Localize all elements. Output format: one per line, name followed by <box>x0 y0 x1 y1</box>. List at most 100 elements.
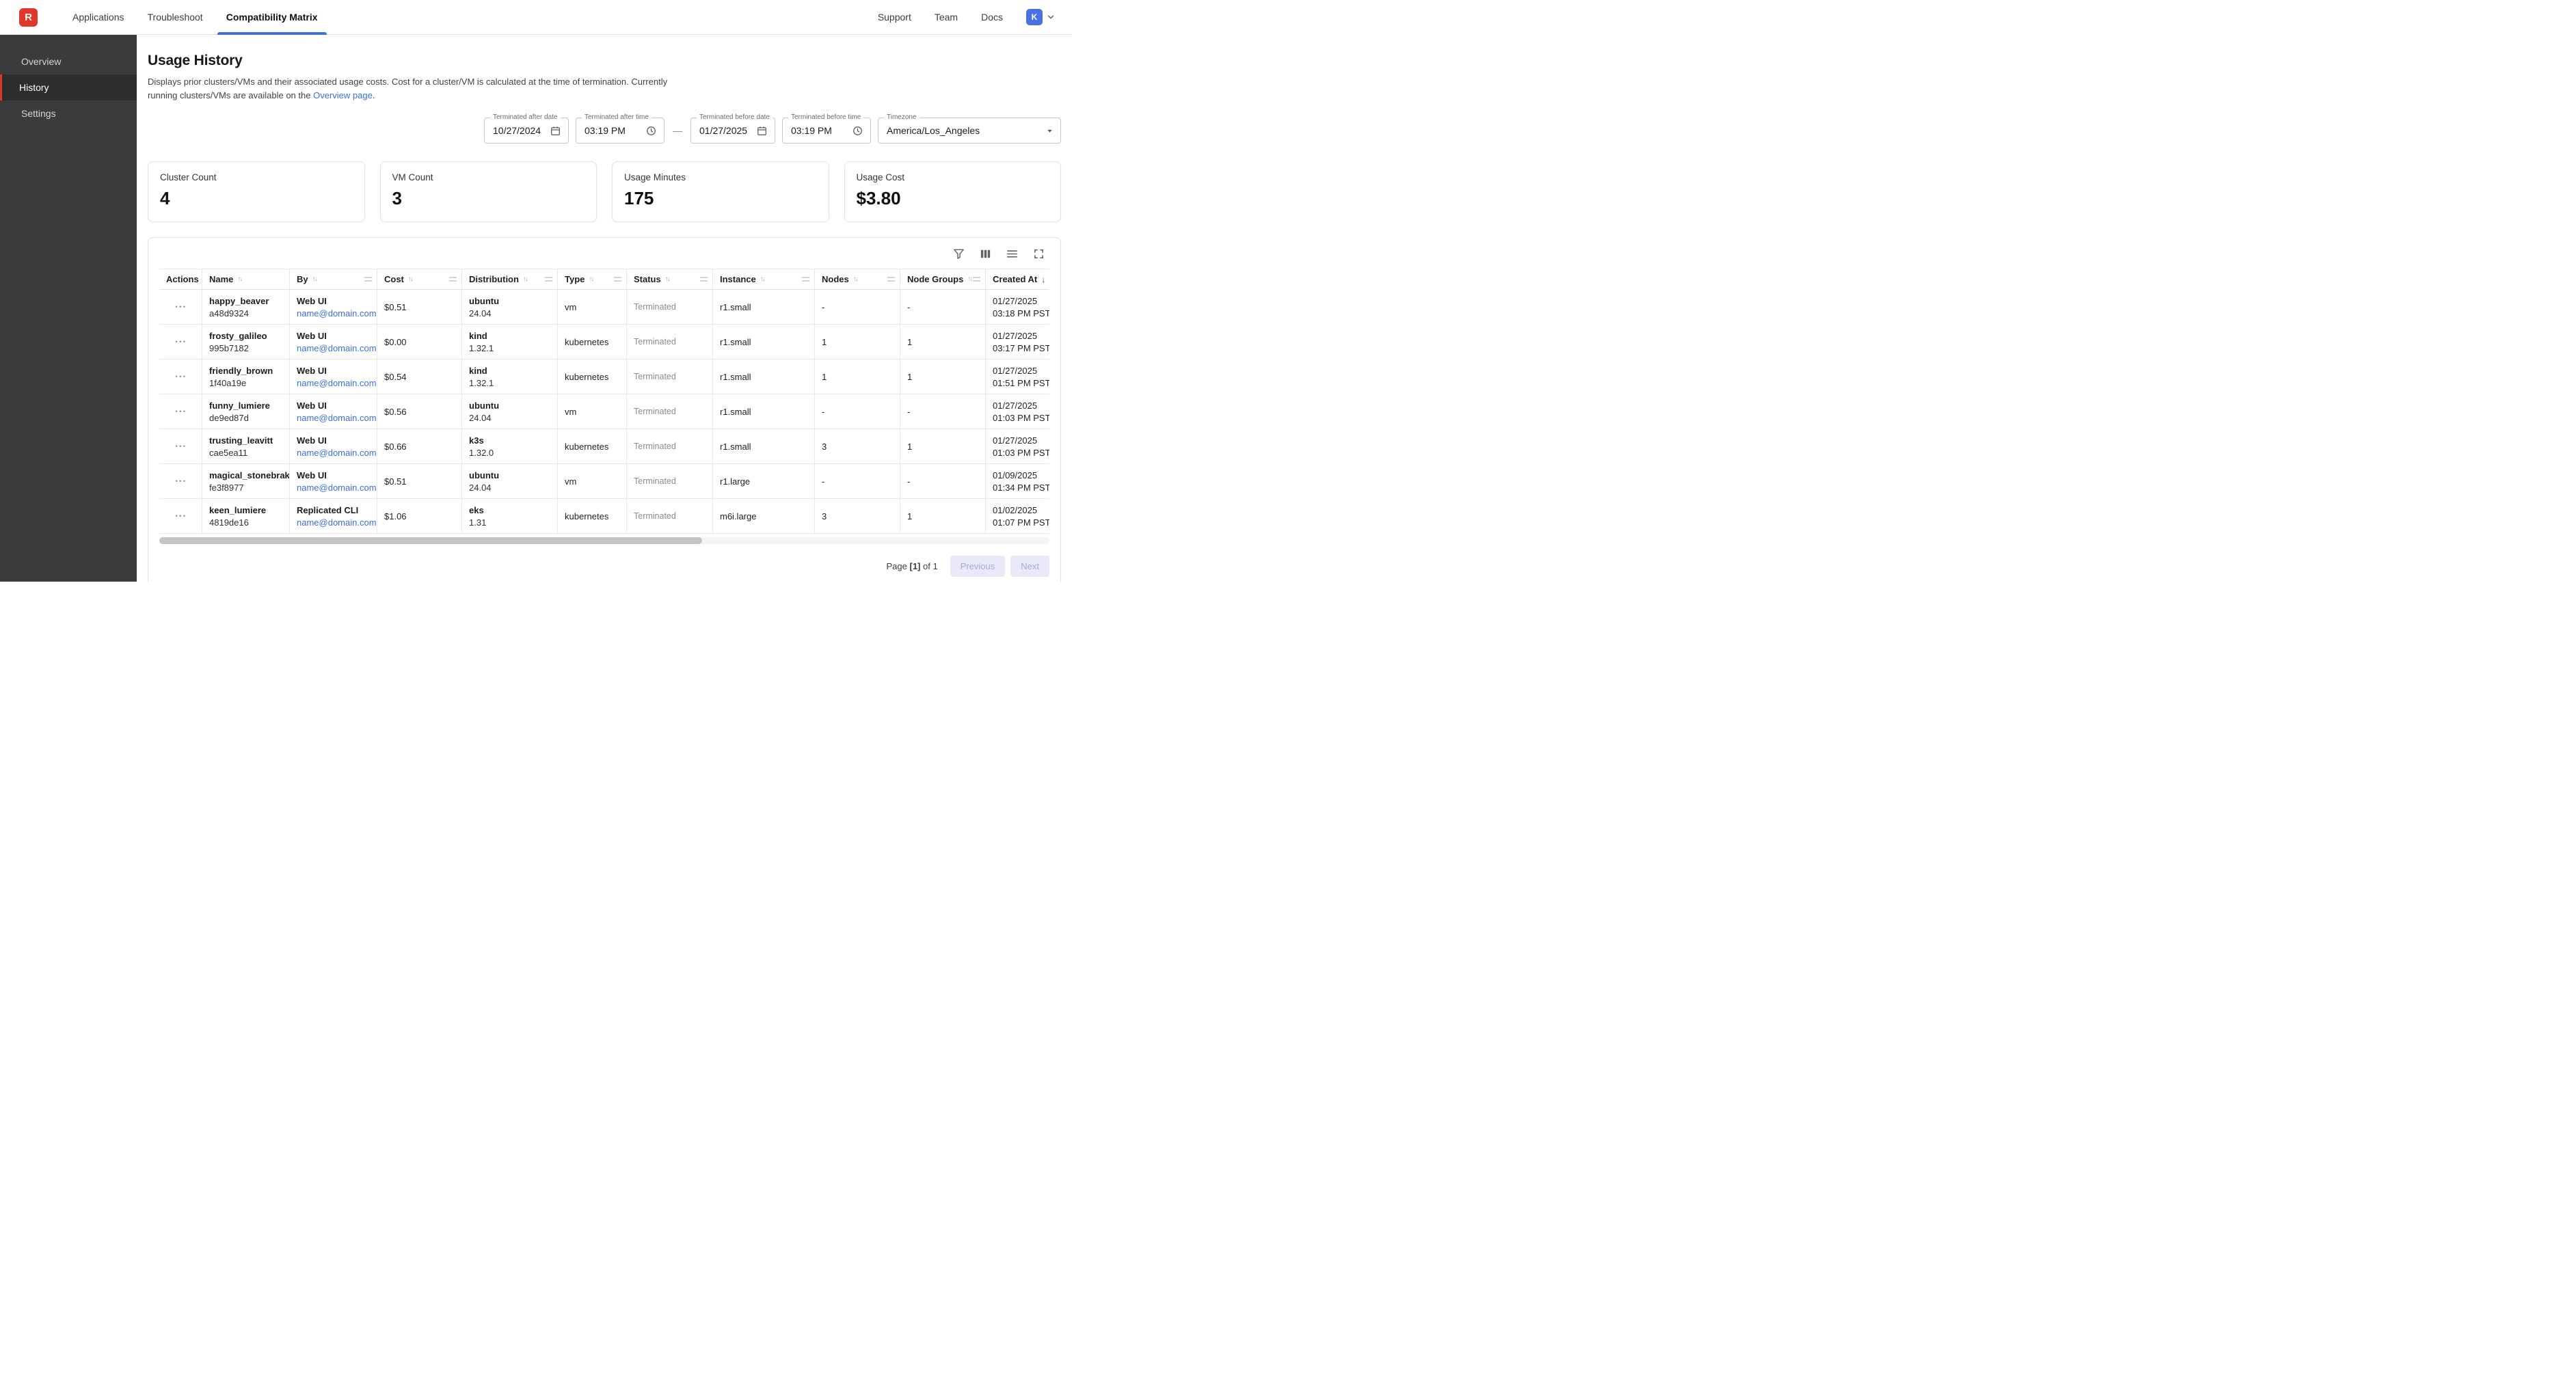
cluster-count-card: Cluster Count 4 <box>148 161 365 222</box>
timezone-select[interactable]: Timezone America/Los_Angeles <box>878 118 1061 144</box>
overview-page-link[interactable]: Overview page <box>313 90 373 100</box>
column-header-instance[interactable]: Instance ↑↓ <box>713 269 815 290</box>
cluster-id: de9ed87d <box>209 413 284 423</box>
created-by-source: Web UI <box>297 366 371 376</box>
column-header-created-at[interactable]: Created At ↓ <box>986 269 1049 290</box>
column-resize-handle-icon[interactable] <box>973 277 980 282</box>
horizontal-scrollbar-thumb[interactable] <box>159 537 702 544</box>
previous-page-button[interactable]: Previous <box>950 556 1006 577</box>
more-options-icon[interactable]: ••• <box>176 408 187 415</box>
row-actions-cell: ••• <box>159 290 202 325</box>
instance-value: m6i.large <box>720 511 809 521</box>
more-options-icon[interactable]: ••• <box>176 338 187 345</box>
sort-descending-icon[interactable]: ↓ <box>1041 275 1045 284</box>
user-email-link[interactable]: name@domain.com <box>297 308 371 318</box>
row-actions-cell: ••• <box>159 429 202 464</box>
user-email-link[interactable]: name@domain.com <box>297 413 371 423</box>
stat-cards: Cluster Count 4 VM Count 3 Usage Minutes… <box>148 161 1061 222</box>
more-options-icon[interactable]: ••• <box>176 443 187 450</box>
cluster-name: trusting_leavitt <box>209 435 284 446</box>
density-icon[interactable] <box>1006 247 1019 260</box>
column-resize-handle-icon[interactable] <box>449 277 457 282</box>
nodes-cell: 3 <box>815 499 900 534</box>
nav-applications[interactable]: Applications <box>61 0 136 35</box>
cluster-name: frosty_galileo <box>209 331 284 341</box>
by-cell: Web UI name@domain.com <box>290 429 377 464</box>
column-header-distribution[interactable]: Distribution ↑↓ <box>462 269 558 290</box>
sidebar-item-history[interactable]: History <box>0 74 137 100</box>
calendar-icon[interactable] <box>544 125 561 137</box>
terminated-before-date-input[interactable]: Terminated before date 01/27/2025 <box>690 118 775 144</box>
sidebar-item-settings[interactable]: Settings <box>0 100 137 126</box>
by-cell: Web UI name@domain.com <box>290 290 377 325</box>
column-resize-handle-icon[interactable] <box>802 277 809 282</box>
more-options-icon[interactable]: ••• <box>176 513 187 519</box>
column-label: Created At <box>993 274 1037 284</box>
distribution-name: kind <box>469 366 552 376</box>
user-menu[interactable]: K <box>1026 9 1056 25</box>
sort-icon[interactable]: ↑↓ <box>408 275 412 283</box>
terminated-after-date-input[interactable]: Terminated after date 10/27/2024 <box>484 118 569 144</box>
column-header-actions[interactable]: Actions <box>159 269 202 290</box>
horizontal-scrollbar-track[interactable] <box>159 537 1049 544</box>
sort-icon[interactable]: ↑↓ <box>665 275 669 283</box>
user-email-link[interactable]: name@domain.com <box>297 343 371 353</box>
user-email-link[interactable]: name@domain.com <box>297 378 371 388</box>
terminated-before-time-input[interactable]: Terminated before time 03:19 PM <box>782 118 871 144</box>
distribution-version: 1.32.1 <box>469 343 552 353</box>
replicated-logo[interactable]: R <box>19 8 38 27</box>
type-cell: vm <box>558 464 627 499</box>
nodes-value: - <box>822 476 894 487</box>
filter-icon[interactable] <box>952 247 965 260</box>
user-avatar[interactable]: K <box>1026 9 1043 25</box>
user-email-link[interactable]: name@domain.com <box>297 517 371 528</box>
cost-value: $0.56 <box>384 407 456 417</box>
sort-icon[interactable]: ↑↓ <box>589 275 593 283</box>
column-label: Nodes <box>822 274 849 284</box>
user-email-link[interactable]: name@domain.com <box>297 483 371 493</box>
more-options-icon[interactable]: ••• <box>176 478 187 485</box>
distribution-version: 1.32.0 <box>469 448 552 458</box>
clock-icon[interactable] <box>846 125 863 137</box>
node-groups-cell: 1 <box>900 429 986 464</box>
nav-docs[interactable]: Docs <box>981 12 1003 23</box>
sort-icon[interactable]: ↑↓ <box>967 275 971 283</box>
nav-compatibility-matrix[interactable]: Compatibility Matrix <box>215 0 330 35</box>
clock-icon[interactable] <box>640 125 657 137</box>
column-resize-handle-icon[interactable] <box>545 277 552 282</box>
column-resize-handle-icon[interactable] <box>700 277 708 282</box>
sort-icon[interactable]: ↑↓ <box>853 275 857 283</box>
column-header-type[interactable]: Type ↑↓ <box>558 269 627 290</box>
more-options-icon[interactable]: ••• <box>176 303 187 310</box>
column-header-name[interactable]: Name ↑↓ <box>202 269 290 290</box>
created-by-source: Web UI <box>297 331 371 341</box>
column-resize-handle-icon[interactable] <box>364 277 372 282</box>
column-resize-handle-icon[interactable] <box>614 277 621 282</box>
columns-icon[interactable] <box>979 247 992 260</box>
sort-icon[interactable]: ↑↓ <box>312 275 317 283</box>
sort-icon[interactable]: ↑↓ <box>760 275 764 283</box>
name-cell: magical_stonebraker fe3f8977 <box>202 464 290 499</box>
created-time: 03:17 PM PST <box>993 343 1044 353</box>
fullscreen-icon[interactable] <box>1032 247 1045 260</box>
type-value: kubernetes <box>565 337 621 347</box>
nodes-value: 3 <box>822 511 894 521</box>
by-cell: Web UI name@domain.com <box>290 360 377 394</box>
nav-support[interactable]: Support <box>878 12 911 23</box>
column-header-nodes[interactable]: Nodes ↑↓ <box>815 269 900 290</box>
column-header-cost[interactable]: Cost ↑↓ <box>377 269 462 290</box>
column-header-status[interactable]: Status ↑↓ <box>627 269 713 290</box>
terminated-after-time-input[interactable]: Terminated after time 03:19 PM <box>576 118 665 144</box>
next-page-button[interactable]: Next <box>1010 556 1049 577</box>
sort-icon[interactable]: ↑↓ <box>523 275 527 283</box>
column-resize-handle-icon[interactable] <box>887 277 895 282</box>
column-header-node-groups[interactable]: Node Groups ↑↓ <box>900 269 986 290</box>
user-email-link[interactable]: name@domain.com <box>297 448 371 458</box>
column-header-by[interactable]: By ↑↓ <box>290 269 377 290</box>
calendar-icon[interactable] <box>751 125 768 137</box>
nav-team[interactable]: Team <box>935 12 958 23</box>
sort-icon[interactable]: ↑↓ <box>237 275 241 283</box>
more-options-icon[interactable]: ••• <box>176 373 187 380</box>
sidebar-item-overview[interactable]: Overview <box>0 49 137 74</box>
nav-troubleshoot[interactable]: Troubleshoot <box>136 0 215 35</box>
